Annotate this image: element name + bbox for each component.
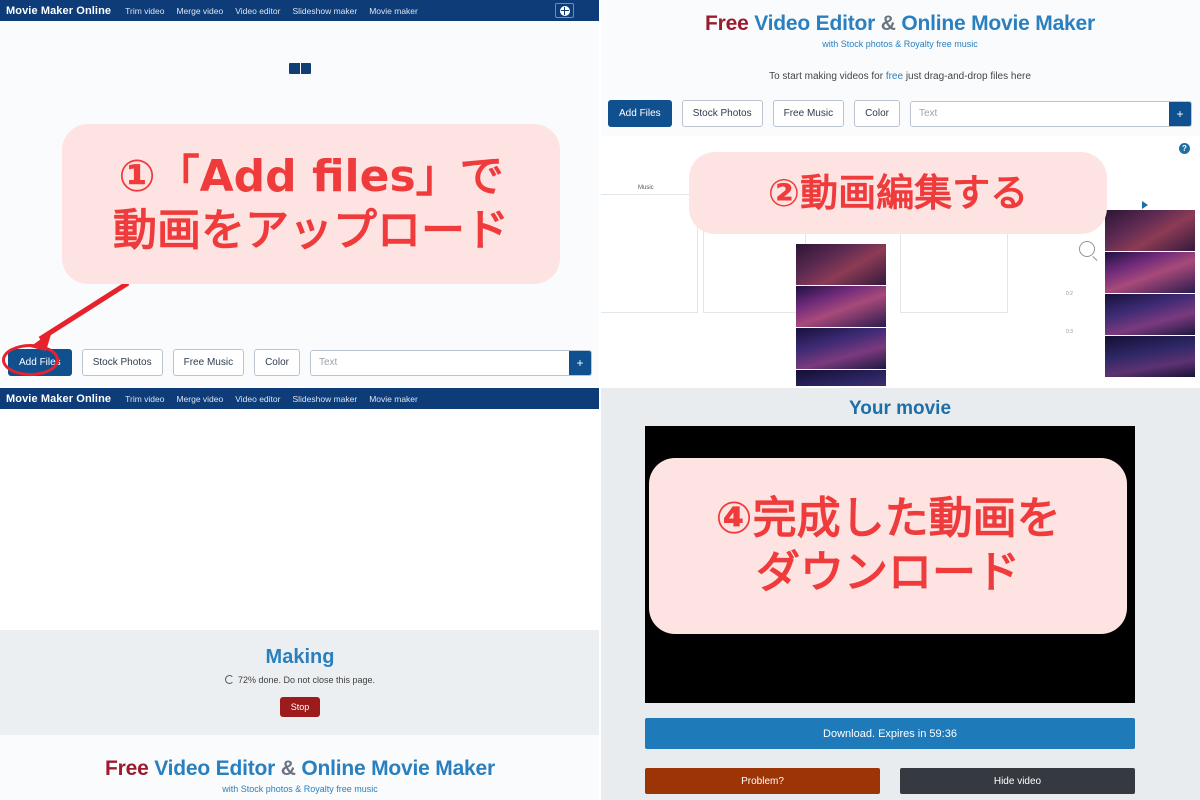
stop-button[interactable]: Stop <box>279 697 321 717</box>
title-rest: Video Editor <box>754 12 876 35</box>
text-input[interactable] <box>310 350 569 375</box>
nav-link-slideshow-maker-3[interactable]: Slideshow maker <box>292 394 357 404</box>
title-free: Free <box>705 12 749 35</box>
panel-step-3: Movie Maker Online Trim video Merge vide… <box>0 388 600 800</box>
page-subtitle: with Stock photos & Royalty free music <box>822 39 978 49</box>
making-progress-panel: Making 72% done. Do not close this page.… <box>0 630 600 735</box>
dropzone-free-link-2[interactable]: free <box>886 71 903 82</box>
free-music-button-2[interactable]: Free Music <box>772 100 845 127</box>
ruler-tick: 0:2 <box>1066 291 1073 297</box>
music-track-label: Music <box>638 185 654 191</box>
add-files-button-2[interactable]: Add Files <box>608 100 672 127</box>
nav-link-merge-video-3[interactable]: Merge video <box>176 394 223 404</box>
language-button[interactable] <box>555 3 574 18</box>
color-button-2[interactable]: Color <box>854 100 900 127</box>
panel-step-4: Your movie Download. Expires in 59:36 Pr… <box>600 388 1200 800</box>
your-movie-title: Your movie <box>848 398 952 419</box>
nav-link-merge-video[interactable]: Merge video <box>176 6 223 16</box>
hero-section-2: Free Video Editor & Online Movie Maker w… <box>600 0 1200 136</box>
clip-thumbnail[interactable] <box>796 286 886 327</box>
making-status: 72% done. Do not close this page. <box>0 675 600 685</box>
zoom-icon[interactable] <box>1079 241 1095 257</box>
callout-1-line-2: 動画をアップロード <box>113 205 509 256</box>
nav-brand-3[interactable]: Movie Maker Online <box>6 393 111 405</box>
panel-step-1: Movie Maker Online Trim video Merge vide… <box>0 0 600 388</box>
hide-video-button[interactable]: Hide video <box>900 768 1135 794</box>
film-strip-icon <box>289 63 311 74</box>
nav-link-movie-maker-3[interactable]: Movie maker <box>369 394 418 404</box>
nav-link-trim-video-3[interactable]: Trim video <box>125 394 164 404</box>
footer-title-rest: Video Editor <box>154 757 276 780</box>
callout-step-4: ④完成した動画を ダウンロード <box>649 458 1127 634</box>
nav-links: Trim video Merge video Video editor Slid… <box>125 6 418 16</box>
ruler-tick: 0:3 <box>1066 329 1073 335</box>
nav-brand[interactable]: Movie Maker Online <box>6 5 111 17</box>
clip-thumbnail[interactable] <box>796 328 886 369</box>
globe-icon <box>559 5 570 16</box>
text-input-group: + <box>309 349 592 376</box>
preview-thumbnail-strip[interactable] <box>1105 210 1195 378</box>
add-text-button-2[interactable]: + <box>1169 101 1191 126</box>
dropzone-text-pre-2: To start making videos for <box>769 71 886 82</box>
making-title: Making <box>265 646 335 668</box>
tutorial-collage: Movie Maker Online Trim video Merge vide… <box>0 0 1200 800</box>
making-status-text: 72% done. Do not close this page. <box>237 675 376 685</box>
callout-4-line-2: ダウンロード <box>756 547 1020 598</box>
panel-step-2: Free Video Editor & Online Movie Maker w… <box>600 0 1200 388</box>
text-input-group-2: + <box>909 100 1192 127</box>
footer-title-tail: Online Movie Maker <box>301 757 495 780</box>
navbar-3: Movie Maker Online Trim video Merge vide… <box>0 388 600 409</box>
dropzone-text-post-2: just drag-and-drop files here <box>903 71 1031 82</box>
toolbar: Add Files Stock Photos Free Music Color … <box>0 341 600 376</box>
panel-divider-vertical <box>599 0 601 800</box>
callout-1-line-1: ①「Add files」で <box>118 151 504 203</box>
problem-button[interactable]: Problem? <box>645 768 880 794</box>
text-input-2[interactable] <box>910 101 1169 126</box>
page-title: Free Video Editor & Online Movie Maker <box>600 0 1200 36</box>
download-button[interactable]: Download. Expires in 59:36 <box>645 718 1135 749</box>
title-tail: Online Movie Maker <box>901 12 1095 35</box>
footer-title-amp: & <box>280 757 296 780</box>
callout-2-line-1: ②動画編集する <box>767 170 1029 215</box>
spacer-area-3 <box>0 409 600 630</box>
footer-title-free: Free <box>105 757 149 780</box>
preview-thumbnail[interactable] <box>1105 336 1195 377</box>
nav-link-movie-maker[interactable]: Movie maker <box>369 6 418 16</box>
question-mark-icon[interactable]: ? <box>1179 143 1190 154</box>
nav-link-video-editor-3[interactable]: Video editor <box>235 394 280 404</box>
stock-photos-button-2[interactable]: Stock Photos <box>681 100 763 127</box>
preview-thumbnail[interactable] <box>1105 210 1195 251</box>
clip-thumbnail-strip[interactable] <box>796 244 886 388</box>
title-amp: & <box>880 12 896 35</box>
navbar: Movie Maker Online Trim video Merge vide… <box>0 0 600 21</box>
preview-thumbnail[interactable] <box>1105 294 1195 335</box>
spinner-icon <box>224 675 234 684</box>
footer-hero: Free Video Editor & Online Movie Maker w… <box>0 735 600 800</box>
nav-link-video-editor[interactable]: Video editor <box>235 6 280 16</box>
footer-title: Free Video Editor & Online Movie Maker <box>0 757 600 781</box>
callout-step-2: ②動画編集する <box>689 152 1107 234</box>
nav-links-3: Trim video Merge video Video editor Slid… <box>125 394 418 404</box>
play-icon[interactable] <box>1142 201 1148 209</box>
preview-thumbnail[interactable] <box>1105 252 1195 293</box>
nav-link-slideshow-maker[interactable]: Slideshow maker <box>292 6 357 16</box>
callout-4-line-1: ④完成した動画を <box>715 493 1061 545</box>
color-button[interactable]: Color <box>254 349 300 376</box>
panel-divider-horizontal <box>0 386 1200 388</box>
dropzone-text-2: To start making videos for free just dra… <box>600 71 1200 82</box>
add-text-button[interactable]: + <box>569 350 591 375</box>
callout-step-1: ①「Add files」で 動画をアップロード <box>62 124 560 284</box>
free-music-button[interactable]: Free Music <box>172 349 245 376</box>
stock-photos-button[interactable]: Stock Photos <box>81 349 163 376</box>
track-music[interactable] <box>600 194 698 313</box>
footer-subtitle: with Stock photos & Royalty free music <box>222 784 378 794</box>
add-files-button[interactable]: Add Files <box>8 349 72 376</box>
toolbar-2: Add Files Stock Photos Free Music Color … <box>600 92 1200 127</box>
nav-link-trim-video[interactable]: Trim video <box>125 6 164 16</box>
clip-thumbnail[interactable] <box>796 244 886 285</box>
